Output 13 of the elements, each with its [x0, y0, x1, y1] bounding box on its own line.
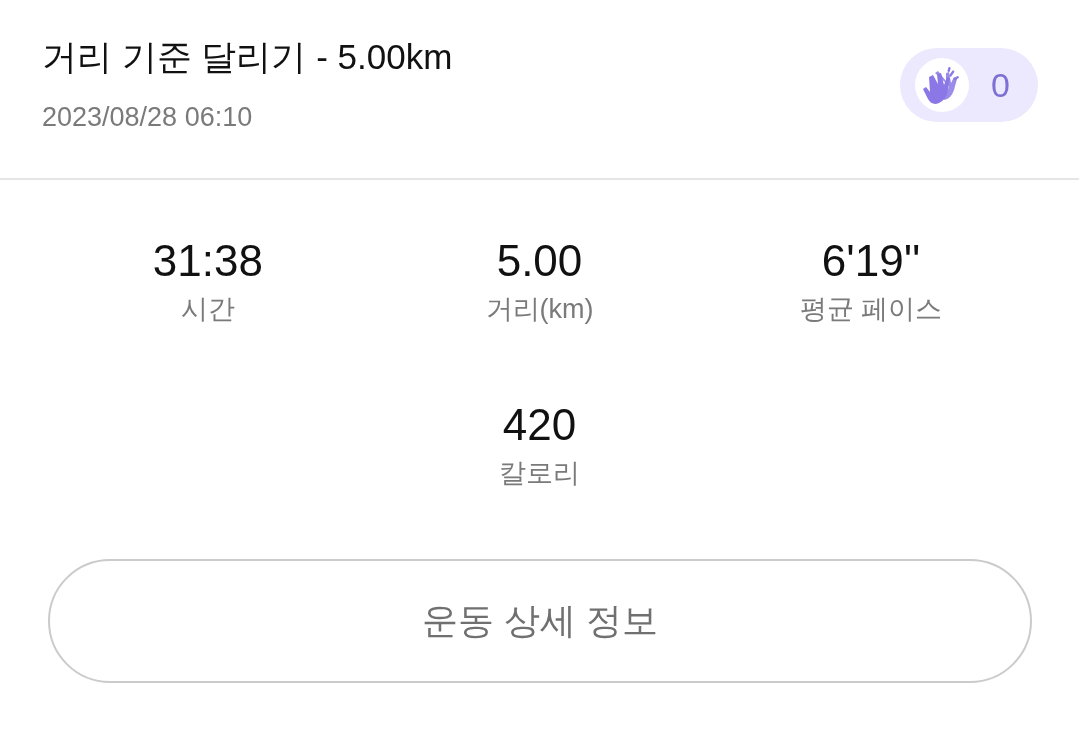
clapping-hands-icon: [915, 58, 970, 112]
stat-value: 31:38: [152, 235, 263, 287]
stat-label: 거리(km): [485, 293, 594, 326]
stat-label: 시간: [180, 293, 235, 326]
activity-title: 거리 기준 달리기 - 5.00km: [42, 36, 453, 78]
stat-value: 6'19'': [821, 235, 921, 287]
stat-label: 칼로리: [499, 457, 580, 490]
stat-value: 420: [502, 399, 577, 451]
workout-details-button[interactable]: 운동 상세 정보: [48, 559, 1032, 683]
stat-label: 평균 페이스: [799, 293, 943, 326]
stat-value: 5.00: [496, 235, 583, 287]
activity-datetime: 2023/08/28 06:10: [42, 101, 254, 134]
clap-button[interactable]: 0: [900, 48, 1038, 122]
